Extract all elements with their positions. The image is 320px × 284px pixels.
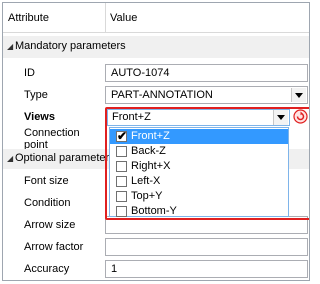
reset-icon[interactable]	[293, 109, 308, 124]
row-arrow-factor: Arrow factor	[3, 237, 309, 259]
checkbox[interactable]	[116, 176, 127, 187]
views-value: Front+Z	[112, 111, 151, 123]
views-option-left-x[interactable]: Left-X	[110, 174, 288, 189]
header-divider[interactable]	[105, 3, 106, 32]
checkbox[interactable]	[116, 146, 127, 157]
type-dropdown[interactable]: PART-ANNOTATION	[105, 86, 308, 104]
id-label: ID	[24, 67, 35, 79]
row-accuracy: Accuracy 1	[3, 259, 309, 280]
row-id: ID AUTO-1074	[3, 63, 309, 85]
property-grid: Attribute Value ◢ Mandatory parameters I…	[2, 2, 310, 281]
checkmark-icon: ✔	[117, 129, 128, 143]
collapse-triangle-icon[interactable]: ◢	[7, 42, 13, 51]
chevron-down-icon[interactable]	[273, 110, 288, 125]
id-field[interactable]: AUTO-1074	[105, 64, 308, 82]
arrow-factor-field[interactable]	[105, 238, 308, 256]
connection-point-label-1: Connection	[24, 127, 80, 139]
condition-label: Condition	[24, 197, 71, 209]
accuracy-label: Accuracy	[24, 263, 70, 275]
group-mandatory-label: Mandatory parameters	[15, 40, 126, 52]
header-value: Value	[110, 12, 138, 24]
row-type: Type PART-ANNOTATION	[3, 85, 309, 107]
checkbox[interactable]	[116, 191, 127, 202]
checkbox[interactable]	[116, 206, 127, 217]
group-mandatory[interactable]: ◢ Mandatory parameters	[3, 36, 309, 58]
checkbox[interactable]: ✔	[116, 129, 128, 143]
views-option-bottom-y[interactable]: Bottom-Y	[110, 204, 288, 219]
grid-header: Attribute Value	[3, 3, 309, 33]
views-option-right-x[interactable]: Right+X	[110, 159, 288, 174]
views-option-back-z[interactable]: Back-Z	[110, 144, 288, 159]
views-dropdown[interactable]: Front+Z	[107, 109, 290, 126]
views-option-top-y[interactable]: Top+Y	[110, 189, 288, 204]
arrow-size-label: Arrow size	[24, 219, 76, 231]
chevron-down-icon[interactable]	[291, 88, 306, 102]
header-attribute: Attribute	[8, 12, 49, 24]
checkbox[interactable]	[116, 161, 127, 172]
collapse-triangle-icon[interactable]: ◢	[7, 154, 13, 163]
group-optional-label: Optional parameters	[15, 152, 115, 164]
font-size-label: Font size	[24, 175, 69, 187]
views-label: Views	[24, 111, 55, 123]
type-label: Type	[24, 89, 48, 101]
accuracy-field[interactable]: 1	[105, 260, 308, 278]
arrow-factor-label: Arrow factor	[24, 241, 84, 253]
views-option-list: ✔ Front+Z Back-Z Right+X Left-X Top+Y Bo…	[109, 127, 289, 217]
views-option-front-z[interactable]: ✔ Front+Z	[110, 129, 288, 144]
